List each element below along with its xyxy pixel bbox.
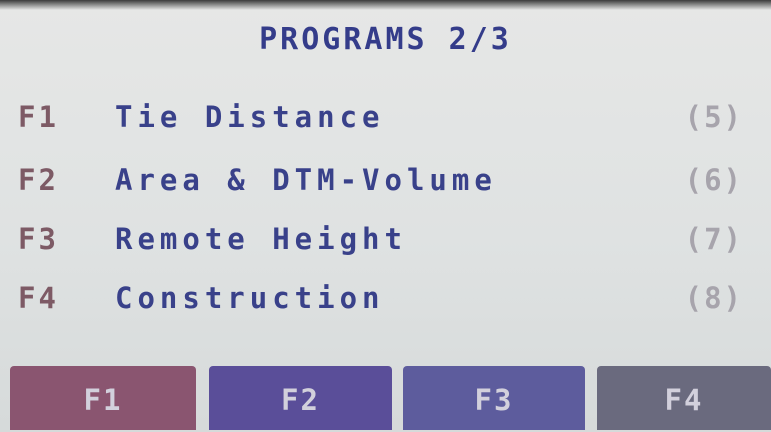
program-name: Area & DTM-Volume [115, 163, 497, 197]
program-item-area-dtm-volume[interactable]: F2 Area & DTM-Volume (6) [0, 163, 771, 203]
program-number: (6) [684, 163, 743, 197]
program-name: Construction [115, 281, 385, 315]
softkey-bar: F1 F2 F3 F4 [0, 366, 771, 432]
program-item-tie-distance[interactable]: F1 Tie Distance (5) [0, 100, 771, 140]
program-key-label: F1 [18, 100, 59, 134]
softkey-f1-button[interactable]: F1 [10, 366, 196, 430]
program-number: (7) [684, 222, 743, 256]
program-name: Remote Height [115, 222, 407, 256]
screen-title: PROGRAMS 2/3 [259, 22, 512, 57]
softkey-f3-button[interactable]: F3 [403, 366, 585, 430]
program-key-label: F4 [18, 281, 59, 315]
program-number: (8) [684, 281, 743, 315]
program-item-construction[interactable]: F4 Construction (8) [0, 281, 771, 321]
softkey-f2-button[interactable]: F2 [209, 366, 392, 430]
program-key-label: F2 [18, 163, 59, 197]
softkey-f4-button[interactable]: F4 [597, 366, 771, 430]
program-name: Tie Distance [115, 100, 385, 134]
screen-bezel-shadow [0, 0, 771, 10]
program-key-label: F3 [18, 222, 59, 256]
program-item-remote-height[interactable]: F3 Remote Height (7) [0, 222, 771, 262]
program-number: (5) [684, 100, 743, 134]
device-screen: PROGRAMS 2/3 F1 Tie Distance (5) F2 Area… [0, 0, 771, 432]
